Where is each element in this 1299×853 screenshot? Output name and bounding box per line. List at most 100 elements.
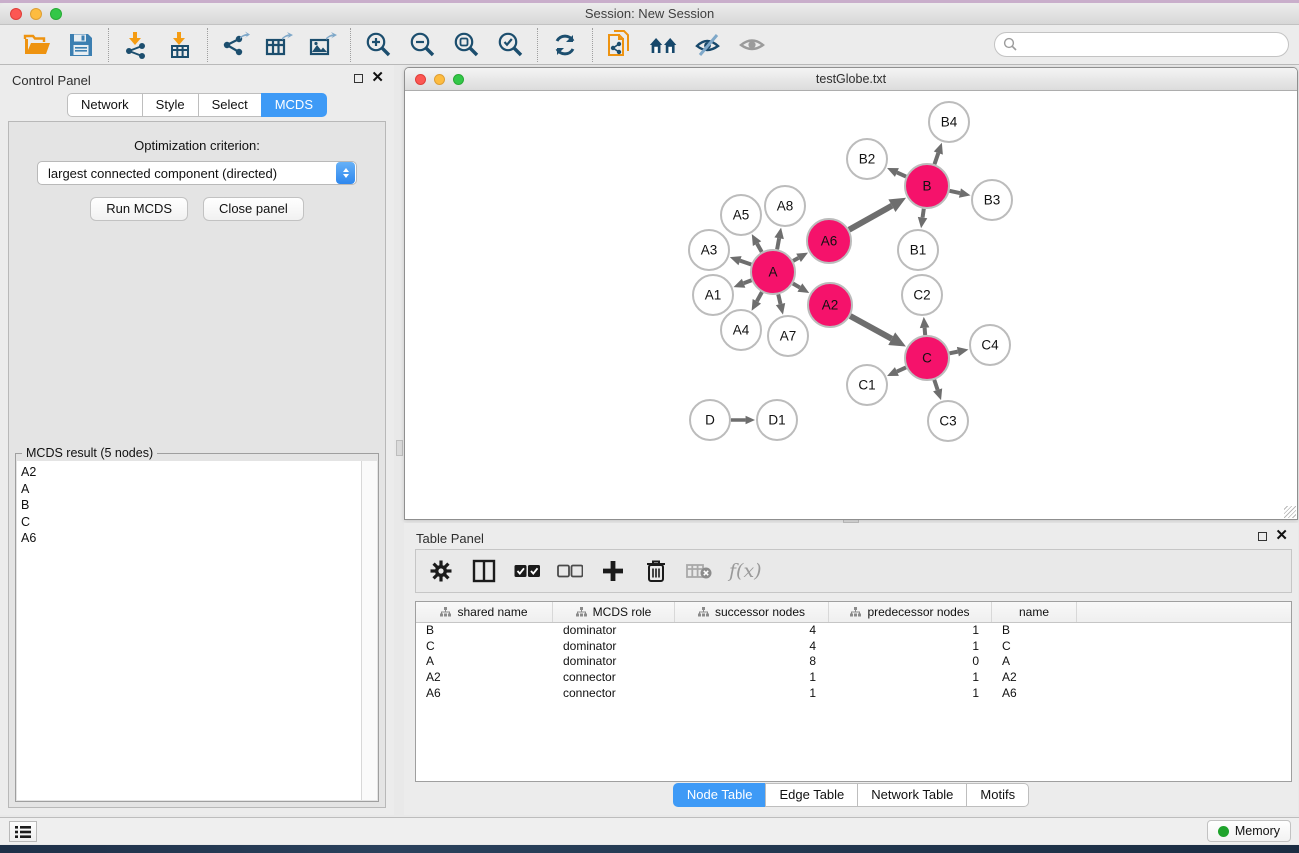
select-all-checks-icon[interactable]	[514, 558, 540, 584]
graph-node-label: C	[922, 351, 932, 366]
column-header-mcds-role[interactable]: MCDS role	[553, 602, 675, 622]
graph-edge-C-C3[interactable]	[934, 380, 937, 390]
result-item[interactable]: A	[21, 481, 361, 498]
table-settings-icon[interactable]	[428, 558, 454, 584]
result-item[interactable]: B	[21, 497, 361, 514]
graph-node-label: D1	[768, 413, 785, 428]
column-header-name[interactable]: name	[992, 602, 1077, 622]
search-input[interactable]	[994, 32, 1289, 57]
vertical-split-handle[interactable]	[396, 440, 403, 456]
zoom-selected-icon[interactable]	[495, 30, 525, 60]
table-row[interactable]: Adominator80A	[416, 654, 1291, 670]
result-list-scrollbar[interactable]	[361, 461, 377, 800]
memory-status-icon	[1218, 826, 1229, 837]
column-header-shared-name[interactable]: shared name	[416, 602, 553, 622]
frame-zoom-button[interactable]	[453, 74, 464, 85]
export-image-icon[interactable]	[308, 30, 338, 60]
minimize-window-button[interactable]	[30, 8, 42, 20]
save-session-icon[interactable]	[66, 30, 96, 60]
tab-motifs[interactable]: Motifs	[966, 783, 1029, 807]
graph-edge-B-B2[interactable]	[897, 172, 906, 176]
tab-select[interactable]: Select	[198, 93, 262, 117]
graph-edge-C-C4[interactable]	[950, 352, 958, 354]
optimization-criterion-select[interactable]: largest connected component (directed)	[37, 161, 357, 185]
graph-node-label: A1	[705, 288, 722, 303]
column-header-successor-nodes[interactable]: successor nodes	[675, 602, 829, 622]
graph-edge-A-A2[interactable]	[793, 284, 800, 288]
export-table-icon[interactable]	[264, 30, 294, 60]
import-network-icon[interactable]	[121, 30, 151, 60]
select-stepper-icon	[336, 162, 355, 184]
network-frame-titlebar[interactable]: testGlobe.txt	[405, 68, 1297, 91]
zoom-fit-icon[interactable]	[451, 30, 481, 60]
graph-edge-A-A6[interactable]	[793, 258, 798, 261]
apply-layout-icon[interactable]	[550, 30, 580, 60]
show-all-icon[interactable]	[737, 30, 767, 60]
run-mcds-button[interactable]: Run MCDS	[90, 197, 188, 221]
graph-edge-A-A1[interactable]	[744, 280, 752, 283]
desktop-wallpaper-bottom	[0, 845, 1299, 853]
graph-edge-A2-C[interactable]	[850, 316, 892, 339]
tab-node-table[interactable]: Node Table	[673, 783, 767, 807]
result-item[interactable]: C	[21, 514, 361, 531]
table-row[interactable]: A2connector11A2	[416, 670, 1291, 686]
function-builder-icon[interactable]: f(x)	[729, 560, 762, 582]
graph-edge-A-A4[interactable]	[757, 292, 762, 301]
first-neighbors-icon[interactable]	[649, 30, 679, 60]
float-panel-icon[interactable]	[354, 74, 363, 83]
column-header-predecessor-nodes[interactable]: predecessor nodes	[829, 602, 992, 622]
window-titlebar[interactable]: Session: New Session	[0, 3, 1299, 25]
zoom-in-icon[interactable]	[363, 30, 393, 60]
tab-style[interactable]: Style	[142, 93, 199, 117]
memory-button[interactable]: Memory	[1207, 820, 1291, 842]
task-history-button[interactable]	[9, 821, 37, 842]
close-window-button[interactable]	[10, 8, 22, 20]
frame-resize-grip[interactable]	[1284, 506, 1296, 518]
result-item[interactable]: A2	[21, 464, 361, 481]
close-panel-icon[interactable]: ✕	[371, 73, 384, 83]
hide-selected-icon[interactable]	[693, 30, 723, 60]
graph-node-label: C2	[913, 288, 930, 303]
float-table-panel-icon[interactable]	[1258, 532, 1267, 541]
graph-edge-C-C2[interactable]	[925, 328, 926, 335]
tab-network[interactable]: Network	[67, 93, 143, 117]
mcds-result-list[interactable]: A2 A B C A6	[17, 461, 361, 800]
close-panel-button[interactable]: Close panel	[203, 197, 304, 221]
frame-close-button[interactable]	[415, 74, 426, 85]
graph-edge-B-B1[interactable]	[923, 209, 924, 218]
zoom-out-icon[interactable]	[407, 30, 437, 60]
table-row[interactable]: Bdominator41B	[416, 623, 1291, 639]
delete-table-icon[interactable]	[686, 558, 712, 584]
delete-column-icon[interactable]	[643, 558, 669, 584]
graph-edge-arrowhead	[774, 228, 783, 239]
open-file-icon[interactable]	[22, 30, 52, 60]
table-row[interactable]: Cdominator41C	[416, 639, 1291, 655]
add-column-icon[interactable]	[600, 558, 626, 584]
network-canvas[interactable]: B4B2BB3A8A5A6B1A3AA1C2A2A4A7C4CC1DD1C3	[405, 91, 1297, 519]
clone-network-icon[interactable]	[605, 30, 635, 60]
criterion-selected-value: largest connected component (directed)	[38, 166, 336, 181]
result-item[interactable]: A6	[21, 530, 361, 547]
graph-edge-B-B4[interactable]	[934, 153, 938, 164]
graph-edge-B-B3[interactable]	[949, 191, 959, 193]
graph-edge-A-A7[interactable]	[778, 294, 780, 304]
desktop: Session: New Session	[0, 0, 1299, 853]
close-table-panel-icon[interactable]: ✕	[1275, 531, 1288, 541]
graph-edge-A-A8[interactable]	[777, 238, 779, 249]
tab-mcds[interactable]: MCDS	[261, 93, 327, 117]
tab-network-table[interactable]: Network Table	[857, 783, 967, 807]
tab-edge-table[interactable]: Edge Table	[765, 783, 858, 807]
zoom-window-button[interactable]	[50, 8, 62, 20]
graph-edge-A-A5[interactable]	[757, 244, 762, 252]
export-network-icon[interactable]	[220, 30, 250, 60]
graph-edge-C-C1[interactable]	[897, 367, 906, 371]
import-table-icon[interactable]	[165, 30, 195, 60]
frame-minimize-button[interactable]	[434, 74, 445, 85]
graph-edge-A6-B[interactable]	[849, 206, 892, 230]
memory-label: Memory	[1235, 824, 1280, 838]
table-row[interactable]: A6connector11A6	[416, 686, 1291, 702]
graph-edge-arrowhead	[746, 416, 755, 424]
show-columns-icon[interactable]	[471, 558, 497, 584]
graph-edge-A-A3[interactable]	[740, 261, 751, 265]
deselect-all-checks-icon[interactable]	[557, 558, 583, 584]
